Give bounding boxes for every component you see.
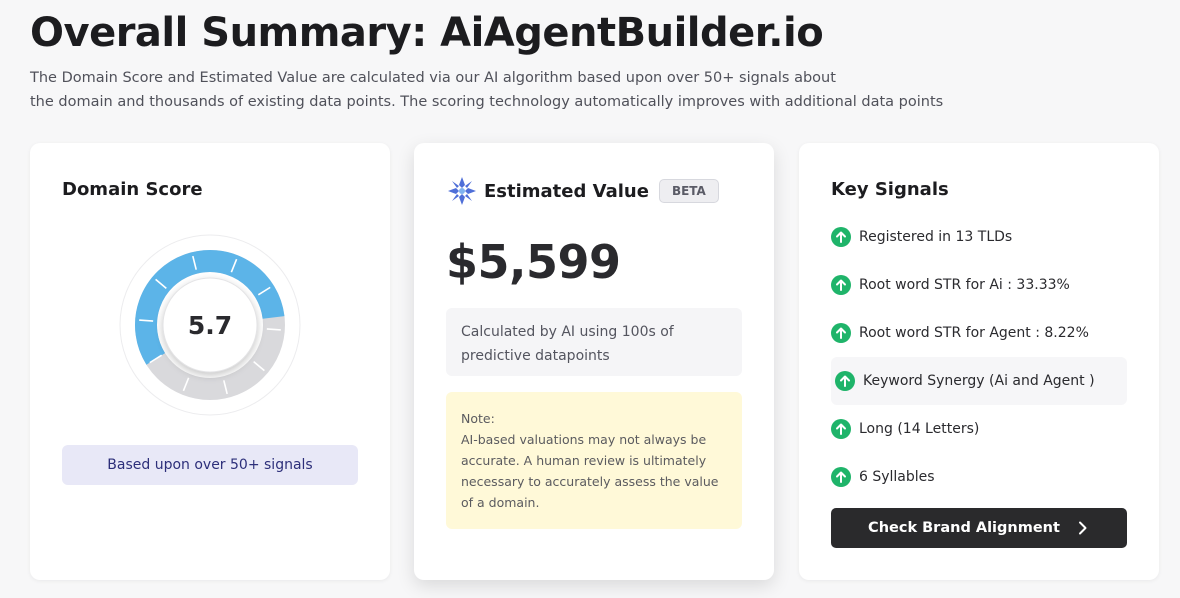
- estimated-value-title: Estimated Value: [484, 180, 649, 202]
- signal-label: Root word STR for Ai : 33.33%: [859, 277, 1070, 293]
- signal-item: Root word STR for Ai : 33.33%: [831, 261, 1127, 309]
- domain-score-value: 5.7: [187, 310, 233, 340]
- disclaimer-label: Note:: [461, 411, 495, 426]
- estimated-value-amount: $5,599: [446, 235, 621, 289]
- key-signals-list: Registered in 13 TLDs Root word STR for …: [831, 213, 1127, 501]
- signal-label: Root word STR for Agent : 8.22%: [859, 325, 1089, 341]
- gauge-tick: [139, 319, 154, 322]
- ai-sparkle-icon: [448, 177, 476, 205]
- estimated-value-card: Estimated Value BETA $5,599 Calculated b…: [414, 143, 774, 580]
- disclaimer-text: AI-based valuations may not always be ac…: [461, 432, 719, 510]
- page-title: Overall Summary: AiAgentBuilder.io: [30, 10, 824, 56]
- signal-label: Registered in 13 TLDs: [859, 229, 1013, 245]
- signal-label: Keyword Synergy (Ai and Agent ): [863, 373, 1095, 389]
- arrow-up-circle-icon: [835, 371, 855, 391]
- chevron-right-icon: [1078, 521, 1087, 535]
- page-description-line-2: the domain and thousands of existing dat…: [30, 94, 944, 110]
- arrow-up-circle-icon: [831, 323, 851, 343]
- estimated-value-calc-text: Calculated by AI using 100s of predictiv…: [446, 308, 742, 376]
- arrow-up-circle-icon: [831, 275, 851, 295]
- arrow-up-circle-icon: [831, 467, 851, 487]
- signal-item: Keyword Synergy (Ai and Agent ): [831, 357, 1127, 405]
- valuation-disclaimer: Note: AI-based valuations may not always…: [446, 392, 742, 529]
- domain-score-title: Domain Score: [62, 179, 203, 200]
- domain-score-gauge: 5.7: [118, 233, 302, 417]
- signal-item: 6 Syllables: [831, 453, 1127, 501]
- check-brand-alignment-label: Check Brand Alignment: [868, 520, 1060, 536]
- signal-label: 6 Syllables: [859, 469, 935, 485]
- signal-item: Registered in 13 TLDs: [831, 213, 1127, 261]
- page-description-line-1: The Domain Score and Estimated Value are…: [30, 70, 836, 86]
- domain-score-card: Domain Score 5.7 Based upon over 50+ sig…: [30, 143, 390, 580]
- signal-item: Root word STR for Agent : 8.22%: [831, 309, 1127, 357]
- arrow-up-circle-icon: [831, 419, 851, 439]
- signals-count-note: Based upon over 50+ signals: [62, 445, 358, 485]
- page-description: The Domain Score and Estimated Value are…: [30, 66, 944, 114]
- arrow-up-circle-icon: [831, 227, 851, 247]
- estimated-value-header: Estimated Value BETA: [446, 175, 719, 207]
- gauge-tick: [266, 328, 281, 331]
- signal-label: Long (14 Letters): [859, 421, 980, 437]
- check-brand-alignment-button[interactable]: Check Brand Alignment: [831, 508, 1127, 548]
- signal-item: Long (14 Letters): [831, 405, 1127, 453]
- key-signals-card: Key Signals Registered in 13 TLDs Root w…: [799, 143, 1159, 580]
- key-signals-title: Key Signals: [831, 179, 949, 200]
- beta-badge: BETA: [658, 179, 719, 203]
